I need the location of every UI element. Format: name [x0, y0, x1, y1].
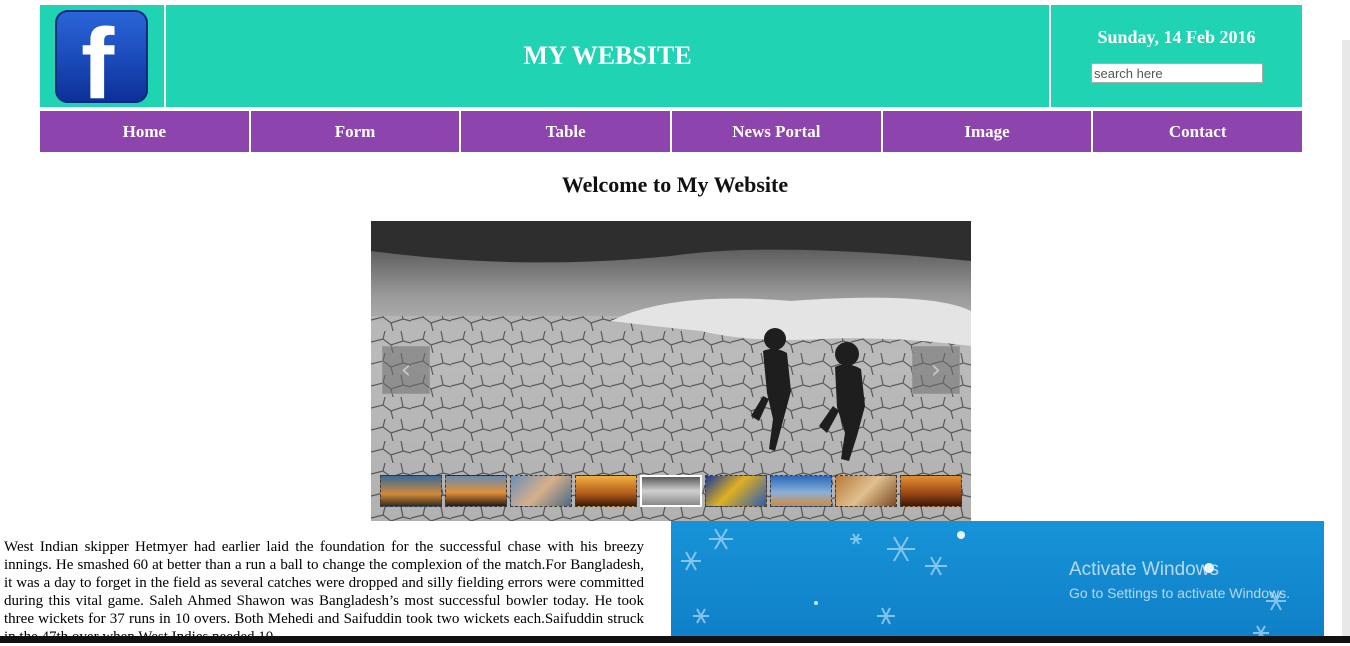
page-scrollbar[interactable] [1342, 40, 1350, 643]
site-title: MY WEBSITE [523, 41, 692, 70]
date-cell: Sunday, 14 Feb 2016 [1049, 5, 1302, 107]
main-nav: Home Form Table News Portal Image Contac… [40, 111, 1303, 152]
nav-form[interactable]: Form [250, 111, 462, 152]
taskbar [0, 636, 1350, 643]
slider-thumbnails [380, 475, 962, 507]
page-heading: Welcome to My Website [561, 172, 789, 197]
chevron-right-icon: › [930, 355, 942, 385]
current-date: Sunday, 14 Feb 2016 [1097, 27, 1256, 47]
activate-windows-subtitle: Go to Settings to activate Windows. [1069, 585, 1290, 601]
nav-contact[interactable]: Contact [1093, 111, 1303, 152]
slider-next-button[interactable]: › [912, 346, 960, 394]
nav-table[interactable]: Table [461, 111, 673, 152]
nav-home[interactable]: Home [40, 111, 251, 152]
image-slider: ‹ › [371, 221, 971, 521]
logo-cell: f [40, 5, 166, 107]
slider-prev-button[interactable]: ‹ [382, 346, 430, 394]
slider-thumbnail[interactable] [900, 475, 962, 507]
snowflake-panel: Activate Windows Go to Settings to activ… [671, 521, 1324, 643]
slider-thumbnail[interactable] [445, 475, 507, 507]
site-header: f MY WEBSITE Sunday, 14 Feb 2016 [40, 5, 1302, 107]
slider-thumbnail[interactable] [510, 475, 572, 507]
activate-windows-title: Activate Windows [1069, 559, 1219, 580]
slider-thumbnail[interactable] [380, 475, 442, 507]
slider-thumbnail[interactable] [575, 475, 637, 507]
facebook-letter: f [81, 10, 115, 103]
chevron-left-icon: ‹ [400, 355, 412, 385]
nav-image[interactable]: Image [882, 111, 1094, 152]
slider-thumbnail[interactable] [770, 475, 832, 507]
slider-thumbnail[interactable] [640, 475, 702, 507]
nav-news-portal[interactable]: News Portal [672, 111, 883, 152]
search-input[interactable] [1091, 63, 1263, 83]
snowflake-pattern [681, 528, 1286, 641]
article-text: West Indian skipper Hetmyer had earlier … [4, 539, 644, 645]
slider-thumbnail[interactable] [705, 475, 767, 507]
slider-thumbnail[interactable] [835, 475, 897, 507]
facebook-icon[interactable]: f [55, 10, 148, 103]
